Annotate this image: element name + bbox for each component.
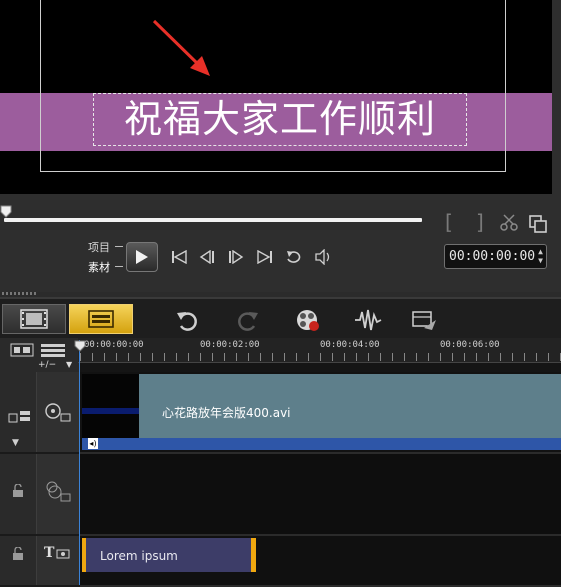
title-text[interactable]: 祝福大家工作顺利 — [93, 93, 467, 146]
zoom-dropdown-icon[interactable]: ▼ — [66, 360, 72, 369]
timeline-playhead[interactable] — [79, 340, 80, 585]
record-capture-icon — [297, 310, 319, 331]
previous-frame-icon — [199, 250, 214, 264]
scrub-track[interactable] — [4, 218, 422, 222]
mode-divider — [115, 246, 123, 247]
auto-music-icon — [412, 311, 436, 330]
ripple-editing-icon[interactable] — [8, 410, 32, 424]
end-button[interactable] — [253, 244, 277, 270]
timeline-view-tab[interactable] — [69, 304, 133, 334]
title-track-eye-icon[interactable] — [56, 548, 70, 560]
project-mode-label[interactable]: 项目 — [88, 239, 110, 255]
scrub-handle-icon[interactable] — [0, 205, 12, 219]
previous-frame-button[interactable] — [195, 244, 219, 270]
enlarge-preview-icon[interactable] — [528, 214, 548, 234]
undo-button[interactable] — [172, 306, 202, 334]
ruler-label: 00:00:00:00 — [84, 340, 144, 350]
mark-out-button[interactable]: ] — [476, 210, 484, 234]
track-manager-icon[interactable] — [40, 342, 66, 358]
clip-mode-label[interactable]: 素材 — [88, 259, 110, 275]
scrub-bar[interactable] — [0, 205, 430, 225]
ruler-ticks — [80, 353, 561, 361]
split-clip-icon[interactable] — [500, 214, 518, 232]
repeat-icon — [287, 251, 301, 263]
play-icon — [136, 250, 148, 264]
overlay-track[interactable] — [80, 454, 561, 536]
sound-mixer-button[interactable] — [353, 306, 383, 334]
show-all-tracks-icon[interactable] — [10, 342, 34, 358]
video-clip-audio[interactable]: ◂) — [82, 438, 561, 450]
next-frame-button[interactable] — [224, 244, 248, 270]
ruler-label: 00:00:02:00 — [200, 340, 260, 350]
title-clip-text: Lorem ipsum — [100, 549, 178, 563]
title-track-icon-cell — [36, 536, 81, 585]
audio-speaker-icon: ◂) — [88, 438, 98, 449]
overlay-track-icon[interactable] — [44, 480, 72, 504]
undo-icon — [177, 312, 197, 331]
title-track-icon[interactable]: T — [44, 545, 54, 561]
storyboard-view-tab[interactable] — [2, 304, 66, 334]
repeat-button[interactable] — [282, 244, 306, 270]
lock-icon[interactable] — [12, 547, 24, 561]
timeline-view-icon — [88, 310, 114, 328]
panel-grip[interactable] — [2, 292, 38, 295]
film-strip-icon — [20, 309, 48, 329]
mode-divider — [115, 266, 123, 267]
video-clip-name: 心花路放年会版400.avi — [162, 406, 291, 420]
zoom-control[interactable]: +/− — [38, 360, 56, 370]
ruler-label: 00:00:06:00 — [440, 340, 500, 350]
auto-music-button[interactable] — [409, 306, 439, 334]
record-capture-button[interactable] — [293, 306, 323, 334]
title-safe-area — [40, 0, 506, 172]
mark-in-button[interactable]: [ — [445, 210, 453, 234]
sound-mixer-icon — [355, 309, 382, 331]
play-button[interactable] — [126, 242, 158, 272]
volume-button[interactable] — [312, 244, 336, 270]
skip-to-end-icon — [257, 250, 272, 264]
next-frame-icon — [229, 250, 244, 264]
arrow-annotation-icon — [152, 19, 210, 76]
skip-to-start-icon — [172, 250, 187, 264]
redo-icon — [238, 312, 258, 331]
timecode-field[interactable]: 00:00:00:00 ▲ ▼ — [444, 244, 547, 269]
video-track-icon[interactable] — [44, 402, 72, 424]
expand-track-icon[interactable]: ▼ — [12, 438, 19, 448]
video-clip-thumbnail[interactable] — [82, 374, 139, 438]
playhead-handle-icon[interactable] — [74, 340, 86, 352]
home-button[interactable] — [167, 244, 191, 270]
redo-button[interactable] — [233, 306, 263, 334]
speaker-icon — [315, 249, 330, 265]
lock-icon[interactable] — [12, 484, 24, 498]
timecode-value: 00:00:00:00 — [449, 249, 536, 264]
timecode-spinner-icon[interactable]: ▲ ▼ — [538, 247, 543, 265]
ruler-label: 00:00:04:00 — [320, 340, 380, 350]
